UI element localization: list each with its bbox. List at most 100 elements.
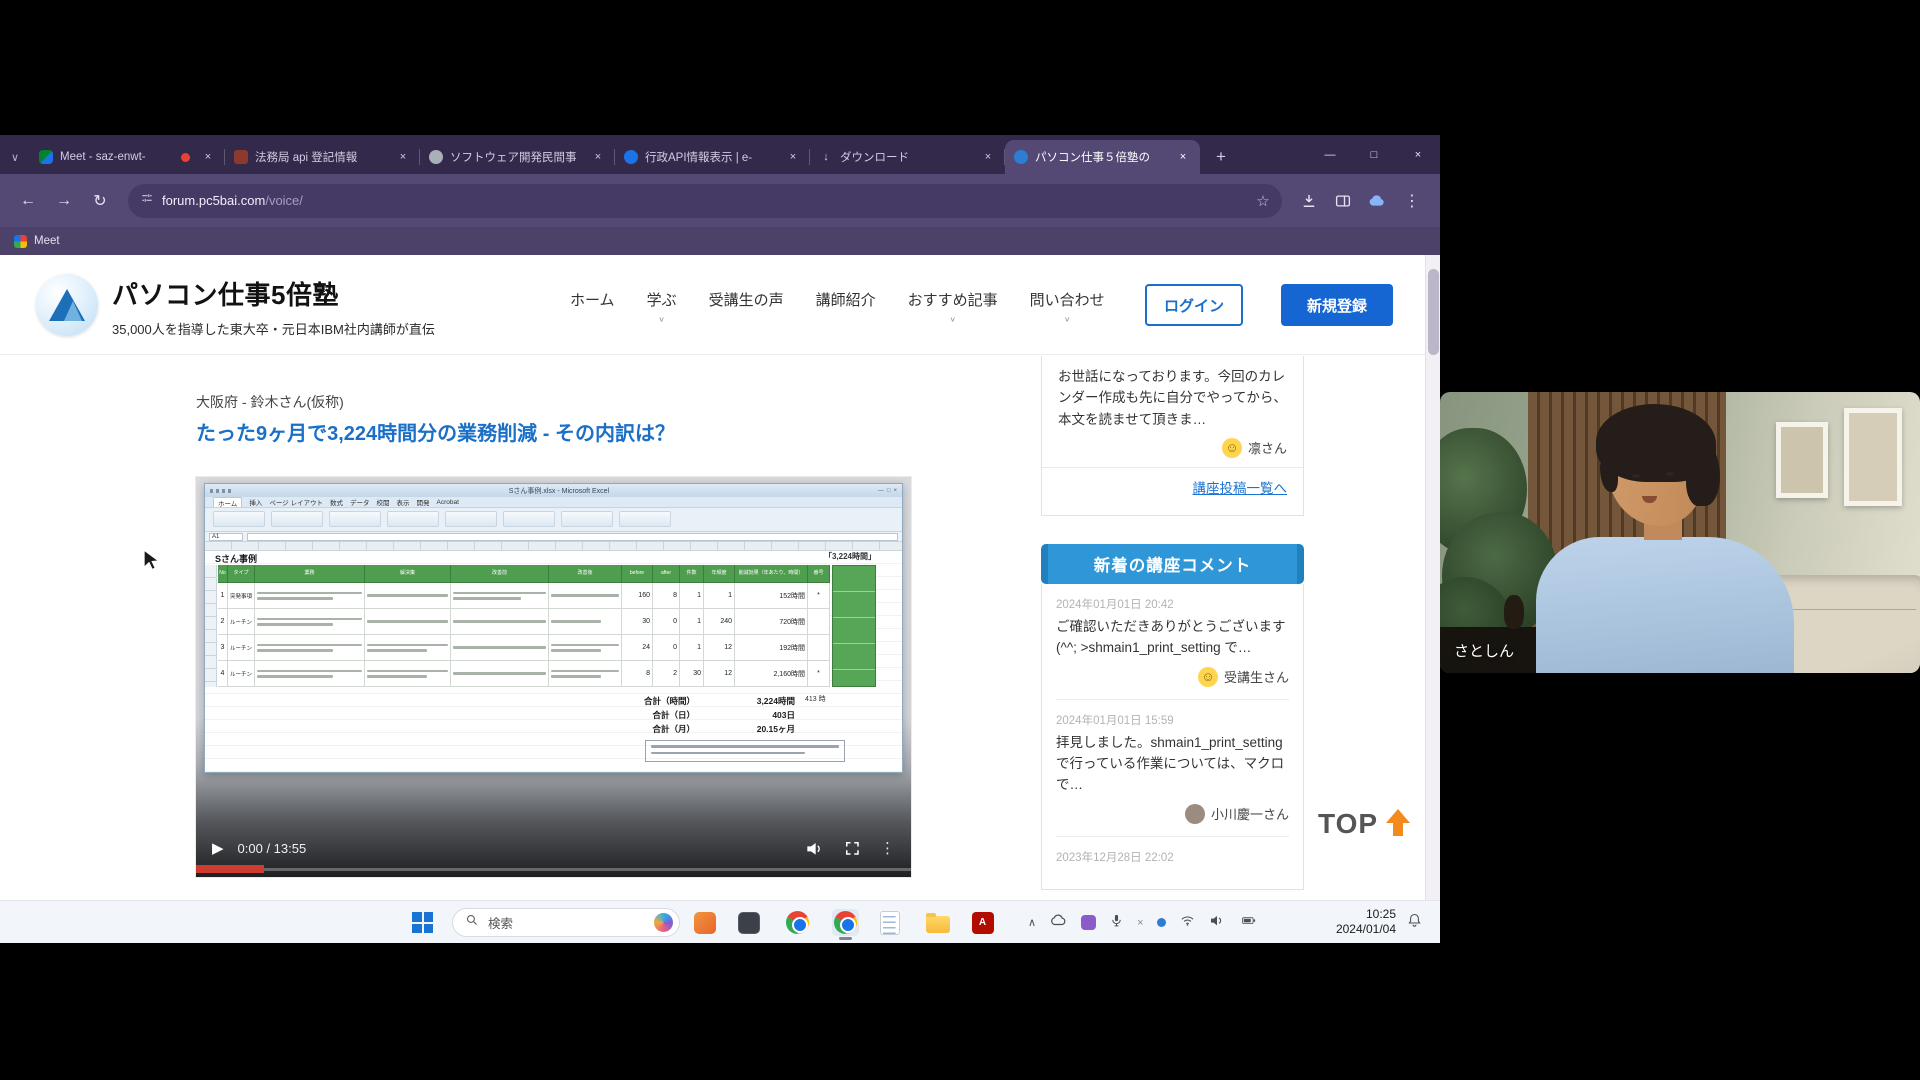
taskbar-clock[interactable]: 10:25 2024/01/04: [1300, 907, 1396, 937]
page-content: 大阪府 - 鈴木さん(仮称) たった9ヶ月で3,224時間分の業務削減 - その…: [0, 356, 1440, 900]
video-menu-icon[interactable]: ⋮: [880, 839, 895, 857]
avatar-photo: [1185, 804, 1205, 824]
nav-item-home[interactable]: ホーム: [570, 289, 615, 325]
play-button[interactable]: ▶: [212, 839, 224, 857]
app-tray-icon[interactable]: [1081, 915, 1096, 930]
side-panel-icon[interactable]: [1328, 186, 1358, 216]
fullscreen-icon[interactable]: [840, 836, 864, 860]
wifi-icon[interactable]: [1179, 913, 1196, 933]
course-list-link[interactable]: 講座投稿一覧へ: [1193, 481, 1288, 496]
comment-date: 2023年12月28日 22:02: [1056, 849, 1289, 865]
minimize-button[interactable]: —: [1308, 135, 1352, 174]
bookmark-item-meet[interactable]: Meet: [34, 235, 60, 247]
download-tab-icon: ↓: [819, 150, 833, 164]
onedrive-cloud-icon[interactable]: [1049, 911, 1068, 935]
tray-expand-icon[interactable]: ∧: [1028, 916, 1036, 929]
excel-ribbon-tabs: ホーム 挿入 ページ レイアウト 数式 データ 校閲 表示 開発 Acrobat: [205, 497, 902, 508]
tab-label: パソコン仕事５倍塾の: [1035, 149, 1169, 165]
highlight-column: [832, 565, 876, 687]
app-icon-chrome[interactable]: [784, 909, 811, 936]
volume-icon[interactable]: [802, 836, 826, 860]
video-player[interactable]: Sさん事例.xlsx - Microsoft Excel — □ × ホーム 挿…: [196, 477, 911, 877]
forward-button[interactable]: →: [48, 185, 80, 217]
scrollbar-thumb[interactable]: [1428, 269, 1439, 355]
divider: [1042, 467, 1303, 468]
bookmark-star-icon[interactable]: ☆: [1250, 188, 1276, 214]
main-nav: ホーム 学ぶ∨ 受講生の声 講師紹介 おすすめ記事∨ 問い合わせ∨: [570, 289, 1105, 325]
tray-x-icon[interactable]: ×: [1137, 917, 1143, 929]
tab-gyousei-api[interactable]: 行政API情報表示 | e- ×: [615, 140, 810, 174]
nav-item-articles[interactable]: おすすめ記事∨: [908, 289, 998, 325]
app-icon-pdf[interactable]: A: [969, 909, 996, 936]
ribbon-tab: データ: [350, 497, 370, 507]
notification-bell-icon[interactable]: [1406, 912, 1423, 934]
address-bar[interactable]: forum.pc5bai.com /voice/ ☆: [128, 184, 1282, 218]
tab-label: 法務局 api 登記情報: [255, 149, 389, 165]
start-button[interactable]: [412, 912, 433, 933]
close-icon[interactable]: ×: [785, 149, 801, 165]
clock-date: 2024/01/04: [1300, 922, 1396, 937]
search-placeholder: 検索: [488, 913, 646, 932]
article-byline: 大阪府 - 鈴木さん(仮称): [196, 392, 344, 412]
app-icon-folder[interactable]: [924, 909, 951, 936]
app-icon-orange[interactable]: [691, 909, 718, 936]
close-icon: ×: [893, 488, 897, 494]
tab-search-caret-icon[interactable]: ∨: [0, 140, 30, 174]
chevron-down-icon: ∨: [1064, 315, 1071, 324]
page-scrollbar[interactable]: [1425, 255, 1440, 900]
tab-pc5bai-active[interactable]: パソコン仕事５倍塾の ×: [1005, 140, 1200, 174]
nav-item-instructors[interactable]: 講師紹介: [816, 289, 876, 325]
ribbon-tab: 開発: [417, 497, 430, 507]
new-tab-button[interactable]: +: [1206, 142, 1236, 172]
nav-label: おすすめ記事: [908, 289, 998, 310]
close-window-button[interactable]: ×: [1396, 135, 1440, 174]
comment-date: 2024年01月01日 15:59: [1056, 712, 1289, 728]
video-progress-bar[interactable]: [196, 865, 911, 873]
tab-software[interactable]: ソフトウェア開発民間事 ×: [420, 140, 615, 174]
site-info-icon[interactable]: [140, 191, 154, 210]
app-icon-notes[interactable]: [876, 909, 903, 936]
back-to-top-button[interactable]: TOP: [1318, 808, 1410, 840]
tab-downloads[interactable]: ↓ ダウンロード ×: [810, 140, 1005, 174]
downloads-icon[interactable]: [1294, 186, 1324, 216]
copilot-icon[interactable]: [654, 913, 673, 932]
browser-tab-strip: ∨ Meet - saz-enwt- × 法務局 api 登記情報 × ソフトウ…: [0, 135, 1440, 174]
nav-item-contact[interactable]: 問い合わせ∨: [1030, 289, 1105, 325]
close-icon[interactable]: ×: [200, 149, 216, 165]
excel-window-title: Sさん事例.xlsx - Microsoft Excel: [240, 486, 878, 496]
profile-cloud-icon[interactable]: [1362, 186, 1392, 216]
nav-label: 講師紹介: [816, 289, 876, 310]
chrome-menu-icon[interactable]: ⋮: [1396, 185, 1428, 217]
site-logo[interactable]: [36, 274, 98, 336]
register-button[interactable]: 新規登録: [1281, 284, 1393, 326]
app-icon-chrome-active[interactable]: [832, 909, 859, 936]
recording-indicator-icon: [181, 153, 190, 162]
taskbar-search[interactable]: 検索: [452, 908, 680, 937]
close-icon[interactable]: ×: [980, 149, 996, 165]
avatar-smiley-icon: ☺: [1222, 438, 1242, 458]
back-button[interactable]: ←: [12, 185, 44, 217]
app-icon-window[interactable]: [735, 909, 762, 936]
nav-item-learn[interactable]: 学ぶ∨: [647, 289, 677, 325]
status-dot-icon[interactable]: [1157, 918, 1166, 927]
battery-icon[interactable]: [1238, 913, 1260, 932]
microphone-icon[interactable]: [1109, 912, 1124, 934]
login-button[interactable]: ログイン: [1145, 284, 1243, 326]
reduction-table: Noタイプ業務解決策改善前改善後beforeafter件数年頻度削減効果（年あた…: [218, 565, 830, 687]
maximize-button[interactable]: □: [1352, 135, 1396, 174]
excel-ribbon: [205, 508, 902, 532]
ribbon-tab: 数式: [330, 497, 343, 507]
tab-houmukyoku[interactable]: 法務局 api 登記情報 ×: [225, 140, 420, 174]
nav-label: 学ぶ: [647, 289, 677, 310]
bookmarks-bar: Meet: [0, 227, 1440, 255]
close-icon[interactable]: ×: [590, 149, 606, 165]
volume-icon[interactable]: [1209, 912, 1225, 933]
hours-badge: 「3,224時間」: [824, 551, 876, 562]
tab-meet[interactable]: Meet - saz-enwt- ×: [30, 140, 225, 174]
row-number-gutter: [205, 565, 217, 687]
avatar-smiley-icon: ☺: [1198, 667, 1218, 687]
reload-button[interactable]: ↻: [84, 185, 116, 217]
nav-item-voices[interactable]: 受講生の声: [709, 289, 784, 325]
close-icon[interactable]: ×: [1175, 149, 1191, 165]
close-icon[interactable]: ×: [395, 149, 411, 165]
